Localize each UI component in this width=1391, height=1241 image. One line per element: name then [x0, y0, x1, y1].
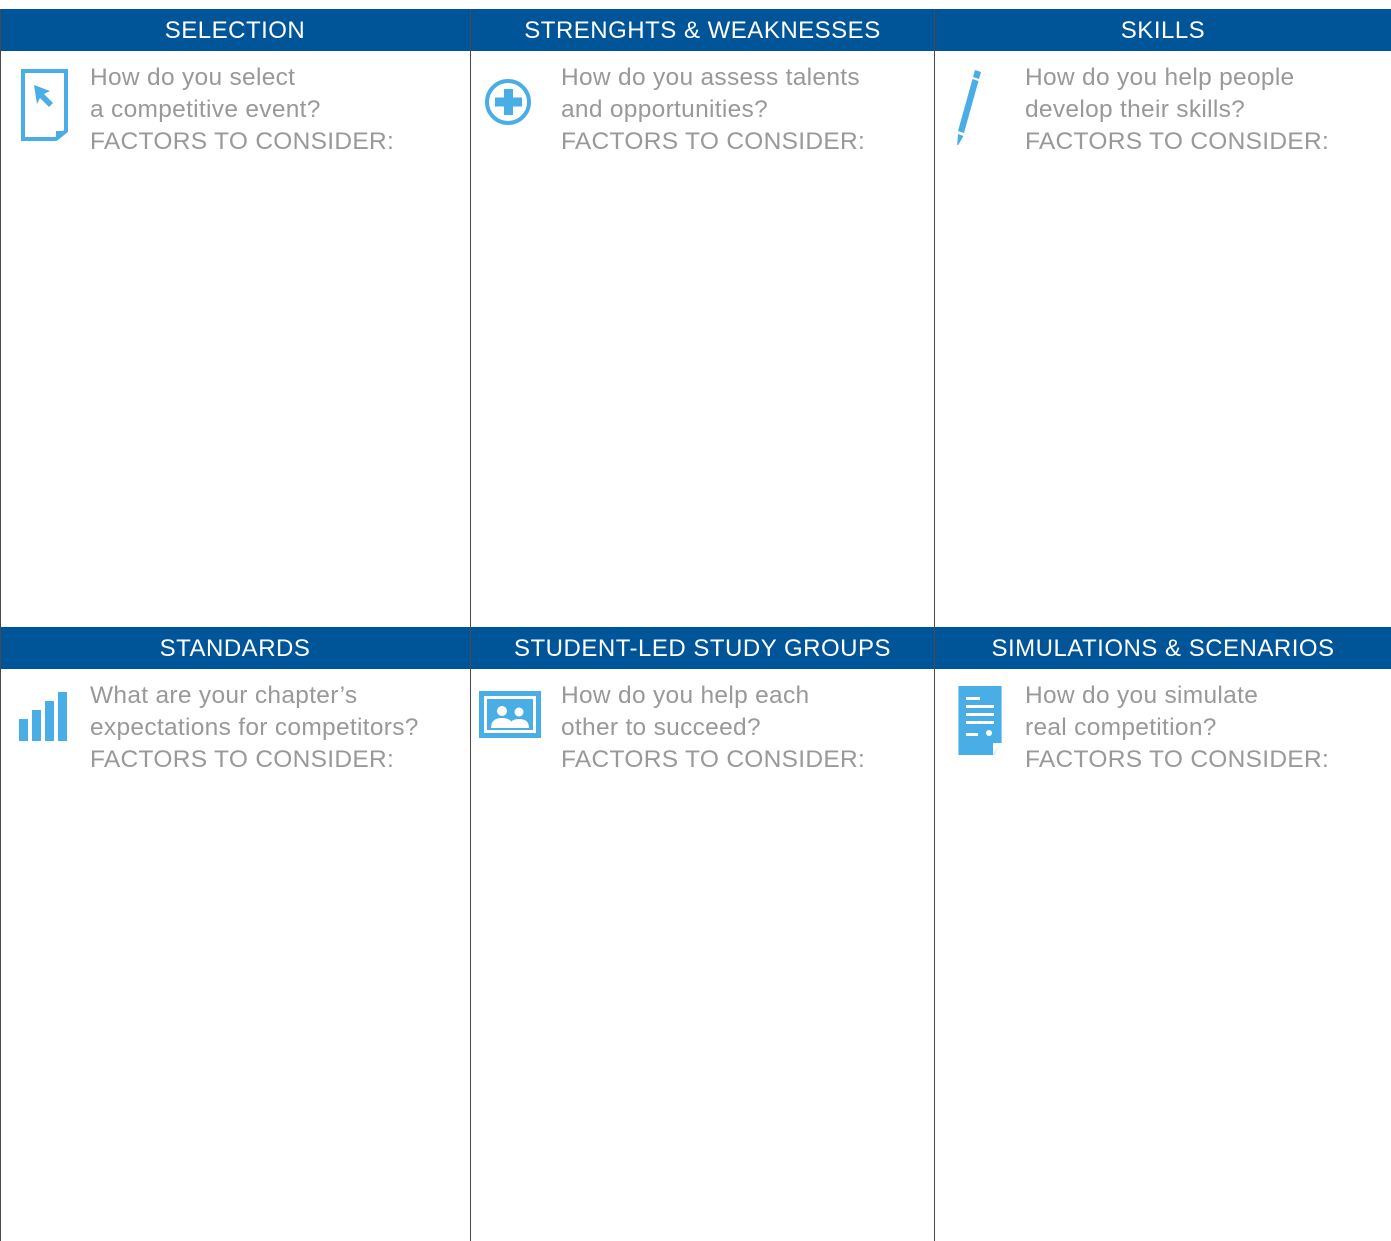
worksheet-row-1: SELECTION STRENGHTS & WEAKNESSES SKILLS … — [0, 9, 1391, 627]
header-standards: STANDARDS — [159, 635, 311, 662]
header-skills: SKILLS — [1120, 17, 1206, 44]
prompt-standards: What are your chapter’s expectations for… — [90, 680, 464, 776]
cell-selection[interactable]: How do you select a competitive event? F… — [0, 51, 470, 627]
bar-chart-icon — [19, 692, 67, 741]
prompt-line: How do you select — [90, 64, 296, 91]
planning-worksheet: SELECTION STRENGHTS & WEAKNESSES SKILLS … — [0, 9, 1391, 1241]
prompt-line: What are your chapter’s — [90, 682, 358, 709]
cell-skills[interactable]: How do you help people develop their ski… — [935, 51, 1391, 627]
prompt-line: other to succeed? — [561, 714, 761, 741]
worksheet-row-2: STANDARDS STUDENT-LED STUDY GROUPS SIMUL… — [0, 627, 1391, 1241]
header-strengths-weaknesses: STRENGHTS & WEAKNESSES — [524, 17, 881, 44]
factors-label: FACTORS TO CONSIDER: — [561, 128, 866, 155]
prompt-line: How do you simulate — [1025, 682, 1259, 709]
prompt-line: develop their skills? — [1025, 96, 1246, 123]
cell-simulations[interactable]: How do you simulate real competition? FA… — [935, 669, 1391, 1241]
row-1-header-bar: SELECTION STRENGHTS & WEAKNESSES SKILLS — [0, 9, 1391, 51]
factors-label: FACTORS TO CONSIDER: — [1025, 746, 1330, 773]
header-selection: SELECTION — [164, 17, 306, 44]
grid-line-column-1 — [470, 9, 471, 1241]
prompt-line: real competition? — [1025, 714, 1217, 741]
header-study-groups: STUDENT-LED STUDY GROUPS — [514, 635, 891, 662]
prompt-skills: How do you help people develop their ski… — [1025, 62, 1385, 158]
row-2-header-bar: STANDARDS STUDENT-LED STUDY GROUPS SIMUL… — [0, 627, 1391, 669]
factors-label: FACTORS TO CONSIDER: — [90, 128, 395, 155]
factors-label: FACTORS TO CONSIDER: — [1025, 128, 1330, 155]
cell-standards[interactable]: What are your chapter’s expectations for… — [0, 669, 470, 1241]
prompt-selection: How do you select a competitive event? F… — [90, 62, 464, 158]
group-photo-icon — [479, 691, 541, 738]
prompt-strengths-weaknesses: How do you assess talents and opportunit… — [561, 62, 928, 158]
grid-line-column-2 — [934, 9, 935, 1241]
factors-label: FACTORS TO CONSIDER: — [90, 746, 395, 773]
header-simulations: SIMULATIONS & SCENARIOS — [991, 635, 1335, 662]
prompt-line: How do you assess talents — [561, 64, 860, 91]
cell-study-groups[interactable]: How do you help each other to succeed? F… — [471, 669, 934, 1241]
grid-line-left — [0, 9, 1, 1241]
cell-strengths-weaknesses[interactable]: How do you assess talents and opportunit… — [471, 51, 934, 627]
prompt-line: expectations for competitors? — [90, 714, 419, 741]
prompt-line: a competitive event? — [90, 96, 321, 123]
factors-label: FACTORS TO CONSIDER: — [561, 746, 866, 773]
pencil-icon — [957, 70, 981, 145]
prompt-study-groups: How do you help each other to succeed? F… — [561, 680, 928, 776]
cursor-document-icon — [21, 69, 68, 141]
document-lines-icon — [958, 686, 1002, 755]
prompt-line: How do you help each — [561, 682, 810, 709]
plus-circle-icon — [485, 79, 531, 125]
prompt-line: and opportunities? — [561, 96, 768, 123]
prompt-simulations: How do you simulate real competition? FA… — [1025, 680, 1385, 776]
prompt-line: How do you help people — [1025, 64, 1295, 91]
